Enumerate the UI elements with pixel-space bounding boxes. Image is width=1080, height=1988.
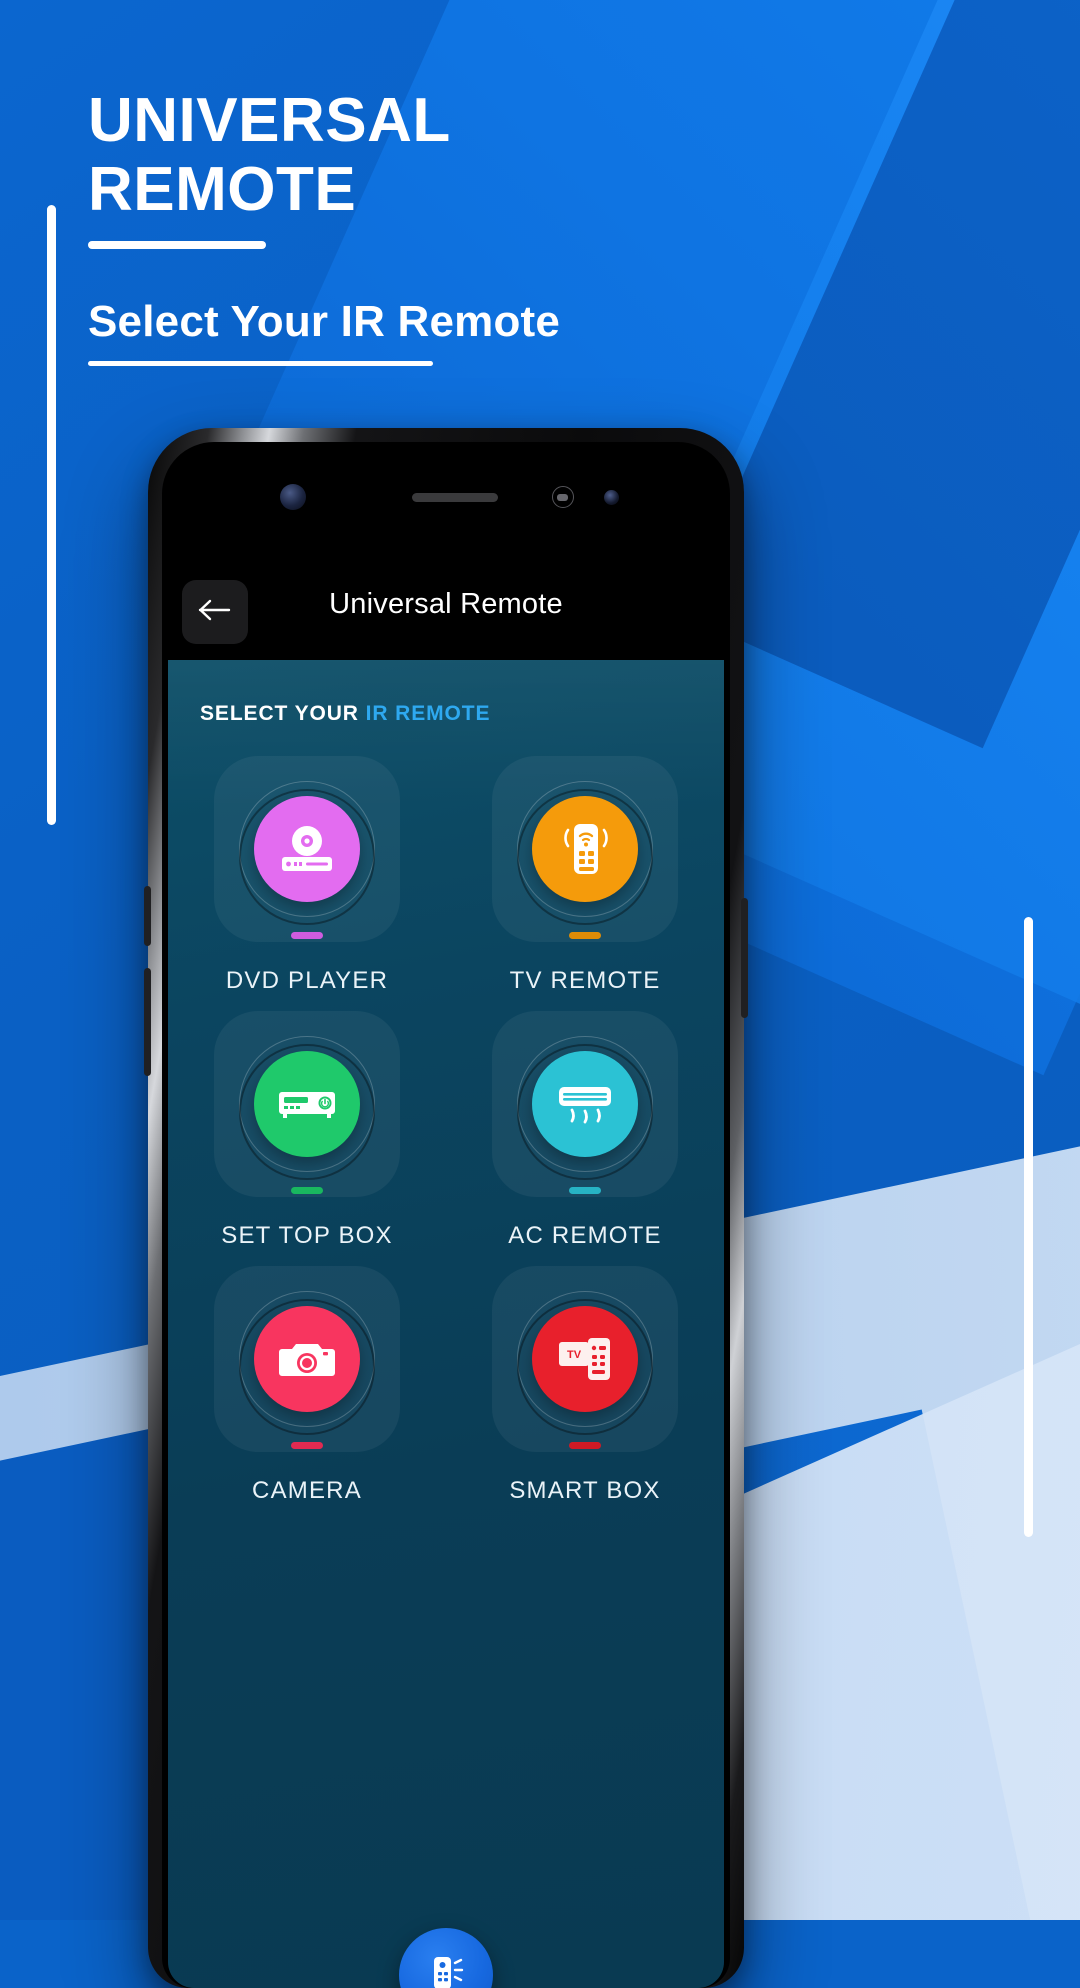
ir-blaster-fab[interactable] [399, 1928, 493, 1988]
tile-accent-bar [291, 932, 323, 939]
accent-bar-right [1024, 917, 1033, 1537]
set-top-box-icon [254, 1051, 360, 1157]
accent-bar-left [47, 205, 56, 825]
app-content: SELECT YOUR IR REMOTE [168, 660, 724, 1988]
smart-box-icon: TV [532, 1306, 638, 1412]
app-bar-title: Universal Remote [168, 588, 724, 621]
camera-icon [254, 1306, 360, 1412]
grid-item-camera[interactable]: CAMERA [168, 1266, 446, 1505]
grid-item-set-top-box[interactable]: SET TOP BOX [168, 1011, 446, 1250]
phone-screen: Universal Remote SELECT YOUR IR REMOTE [168, 448, 724, 1988]
tile-accent-bar [569, 1442, 601, 1449]
tile-surface [214, 1266, 400, 1452]
tile-surface [214, 1011, 400, 1197]
ir-blaster-icon [426, 1951, 466, 1988]
remote-grid: DVD PLAYER [168, 756, 724, 1521]
svg-text:TV: TV [567, 1349, 582, 1361]
phone-button-volume[interactable] [144, 968, 151, 1076]
poster-subheadline: Select Your IR Remote [88, 297, 848, 347]
poster-headline: UNIVERSAL REMOTE [88, 86, 848, 225]
tile-surface [492, 1011, 678, 1197]
phone-sensor-row [168, 478, 724, 518]
grid-item-ac-remote[interactable]: AC REMOTE [446, 1011, 724, 1250]
tile-accent-bar [291, 1187, 323, 1194]
tile-accent-bar [291, 1442, 323, 1449]
grid-item-label: CAMERA [252, 1477, 362, 1505]
grid-item-label: DVD PLAYER [226, 967, 388, 995]
ac-remote-icon [532, 1051, 638, 1157]
tile-surface [492, 756, 678, 942]
grid-item-label: TV REMOTE [510, 967, 661, 995]
earpiece-speaker [412, 493, 498, 502]
tile-accent-bar [569, 932, 601, 939]
iris-scanner-icon [552, 486, 574, 508]
grid-item-tv-remote[interactable]: TV REMOTE [446, 756, 724, 995]
grid-item-label: SMART BOX [509, 1477, 660, 1505]
tile-surface: TV [492, 1266, 678, 1452]
headline-underline [88, 241, 266, 249]
grid-item-label: AC REMOTE [508, 1222, 661, 1250]
grid-item-smart-box[interactable]: TV [446, 1266, 724, 1505]
poster-text-block: UNIVERSAL REMOTE Select Your IR Remote [88, 86, 848, 366]
section-label-accent: IR REMOTE [366, 702, 491, 725]
grid-item-label: SET TOP BOX [221, 1222, 393, 1250]
front-camera-icon [280, 484, 306, 510]
phone-mockup: Universal Remote SELECT YOUR IR REMOTE [148, 428, 744, 1988]
phone-button-bixby[interactable] [144, 886, 151, 946]
grid-item-dvd-player[interactable]: DVD PLAYER [168, 756, 446, 995]
phone-button-power[interactable] [741, 898, 748, 1018]
section-label: SELECT YOUR IR REMOTE [200, 702, 490, 726]
section-label-plain: SELECT YOUR [200, 702, 359, 725]
tile-accent-bar [569, 1187, 601, 1194]
dvd-player-icon [254, 796, 360, 902]
tv-remote-icon [532, 796, 638, 902]
proximity-sensor-icon [604, 490, 619, 505]
subheadline-underline [88, 361, 433, 366]
app-bar: Universal Remote [168, 564, 724, 660]
tile-surface [214, 756, 400, 942]
phone-bezel: Universal Remote SELECT YOUR IR REMOTE [162, 442, 730, 1988]
